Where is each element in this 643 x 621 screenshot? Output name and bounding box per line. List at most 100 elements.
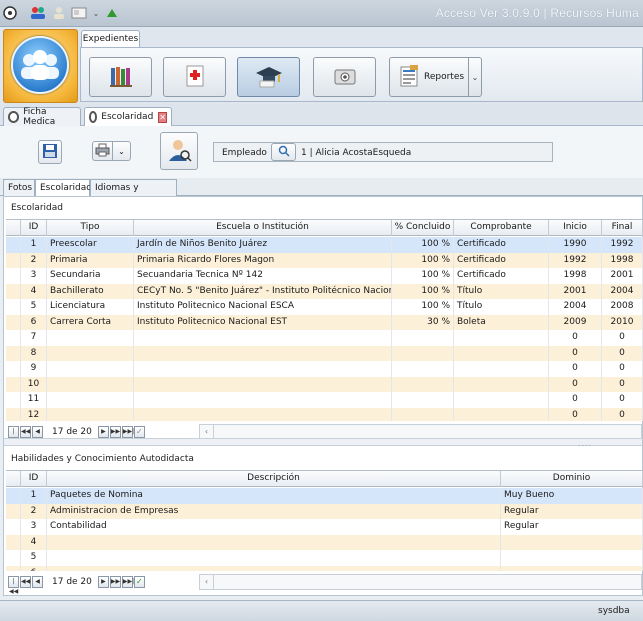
table-row[interactable]: 6 Carrera Corta Instituto Politecnico Naci…: [6, 314, 643, 330]
table-row[interactable]: 5: [6, 550, 643, 566]
cell-comprobante[interactable]: Título: [454, 299, 549, 315]
habilidades-grid[interactable]: ID Descripción Dominio 1 Paquetes de Nomi…: [6, 470, 643, 571]
table-row[interactable]: 3 Secundaria Secuandaria Tecnica Nº 142 100…: [6, 268, 643, 284]
row-indicator[interactable]: [6, 252, 21, 268]
cell-id[interactable]: 6: [21, 565, 47, 571]
cell-final[interactable]: 2004: [602, 283, 643, 299]
cell-id[interactable]: 6: [21, 314, 47, 330]
row-indicator[interactable]: [6, 392, 21, 408]
cell-pct[interactable]: [392, 361, 454, 377]
table-row[interactable]: 4: [6, 534, 643, 550]
cell-tipo[interactable]: [47, 361, 134, 377]
table-row[interactable]: 10 0 0: [6, 376, 643, 392]
col-tipo[interactable]: Tipo: [47, 220, 134, 236]
table-row[interactable]: 8 00: [6, 345, 643, 361]
cell-inicio[interactable]: 0: [549, 345, 602, 361]
last-record-icon[interactable]: ▶▶|: [121, 576, 134, 588]
cell-id[interactable]: 1: [21, 488, 47, 504]
cell-id[interactable]: 5: [21, 299, 47, 315]
cell-id[interactable]: 10: [21, 376, 47, 392]
cell-dominio[interactable]: [501, 565, 643, 571]
row-indicator[interactable]: [6, 268, 21, 284]
cell-final[interactable]: 2008: [602, 299, 643, 315]
cell-tipo[interactable]: [47, 407, 134, 421]
cell-tipo[interactable]: Carrera Corta: [47, 314, 134, 330]
habilidades-hscrollbar[interactable]: ‹: [199, 574, 642, 590]
col-id[interactable]: ID: [21, 220, 47, 236]
photo-button[interactable]: [313, 57, 376, 97]
col-descripcion[interactable]: Descripción: [47, 471, 501, 487]
cell-descripcion[interactable]: [47, 550, 501, 566]
cell-inicio[interactable]: 1992: [549, 252, 602, 268]
cell-pct[interactable]: [392, 330, 454, 346]
row-indicator[interactable]: [6, 534, 21, 550]
table-row[interactable]: 1 Preescolar Jardín de Niños Benito Juárez…: [6, 237, 643, 253]
cell-final[interactable]: 1998: [602, 252, 643, 268]
qat-dropdown-icon[interactable]: ⌄: [92, 5, 100, 21]
prev-record-icon[interactable]: ◀: [32, 576, 43, 588]
panel-splitter[interactable]: [4, 438, 642, 446]
cell-comprobante[interactable]: [454, 392, 549, 408]
row-indicator[interactable]: [6, 314, 21, 330]
cell-escuela[interactable]: [134, 376, 392, 392]
print-dropdown[interactable]: ⌄: [112, 141, 131, 161]
cell-pct[interactable]: [392, 407, 454, 421]
education-button[interactable]: [237, 57, 300, 97]
cell-tipo[interactable]: Bachillerato: [47, 283, 134, 299]
cell-tipo[interactable]: Primaria: [47, 252, 134, 268]
row-indicator[interactable]: [6, 488, 21, 504]
cell-escuela[interactable]: Instituto Politecnico Nacional EST: [134, 314, 392, 330]
cell-comprobante[interactable]: [454, 330, 549, 346]
cell-descripcion[interactable]: [47, 565, 501, 571]
cell-inicio[interactable]: 0: [549, 376, 602, 392]
cell-comprobante[interactable]: Boleta: [454, 314, 549, 330]
cell-id[interactable]: 11: [21, 392, 47, 408]
cell-descripcion[interactable]: Administracion de Empresas: [47, 503, 501, 519]
table-row[interactable]: 2 Administracion de Empresas Regular: [6, 503, 643, 519]
prev-page-icon[interactable]: ◀◀: [20, 576, 31, 588]
cell-escuela[interactable]: Jardín de Niños Benito Juárez: [134, 237, 392, 253]
row-indicator[interactable]: [6, 407, 21, 421]
prev-page-icon[interactable]: ◀◀: [20, 426, 31, 438]
cell-id[interactable]: 7: [21, 330, 47, 346]
cell-descripcion[interactable]: [47, 534, 501, 550]
cell-final[interactable]: 0: [602, 361, 643, 377]
col-comprobante[interactable]: Comprobante: [454, 220, 549, 236]
cell-final[interactable]: 0: [602, 345, 643, 361]
cell-comprobante[interactable]: Certificado: [454, 252, 549, 268]
check-icon[interactable]: ✓: [133, 426, 145, 438]
cell-inicio[interactable]: 2004: [549, 299, 602, 315]
splitter-grip-icon[interactable]: ....: [578, 439, 592, 448]
col-concluido[interactable]: % Concluido: [392, 220, 454, 236]
cell-escuela[interactable]: [134, 345, 392, 361]
cell-pct[interactable]: [392, 345, 454, 361]
table-row[interactable]: 9 00: [6, 361, 643, 377]
app-menu-icon[interactable]: [3, 5, 17, 21]
table-row[interactable]: 6: [6, 565, 643, 571]
cell-inicio[interactable]: 0: [549, 330, 602, 346]
col-id[interactable]: ID: [21, 471, 47, 487]
cell-inicio[interactable]: 0: [549, 407, 602, 421]
row-indicator[interactable]: [6, 565, 21, 571]
cell-escuela[interactable]: Primaria Ricardo Flores Magon: [134, 252, 392, 268]
tab-escolaridad[interactable]: Escolaridad: [35, 179, 92, 197]
row-indicator[interactable]: [6, 283, 21, 299]
prev-record-icon[interactable]: ◀: [32, 426, 43, 438]
cell-id[interactable]: 3: [21, 519, 47, 535]
cell-tipo[interactable]: [47, 392, 134, 408]
cell-tipo[interactable]: [47, 376, 134, 392]
cell-inicio[interactable]: 1990: [549, 237, 602, 253]
cell-escuela[interactable]: Instituto Politecnico Nacional ESCA: [134, 299, 392, 315]
doc-tab-escolaridad[interactable]: Escolaridad ✕: [84, 107, 172, 126]
medical-file-button[interactable]: [163, 57, 226, 97]
next-record-icon[interactable]: ▶: [97, 426, 109, 438]
cell-descripcion[interactable]: Paquetes de Nomina: [47, 488, 501, 504]
cell-inicio[interactable]: 0: [549, 361, 602, 377]
cell-pct[interactable]: [392, 376, 454, 392]
row-indicator[interactable]: [6, 503, 21, 519]
cell-pct[interactable]: 100 %: [392, 283, 454, 299]
print-button[interactable]: [92, 141, 113, 161]
save-button[interactable]: [38, 140, 62, 164]
close-icon[interactable]: ✕: [158, 111, 167, 123]
cell-comprobante[interactable]: [454, 407, 549, 421]
